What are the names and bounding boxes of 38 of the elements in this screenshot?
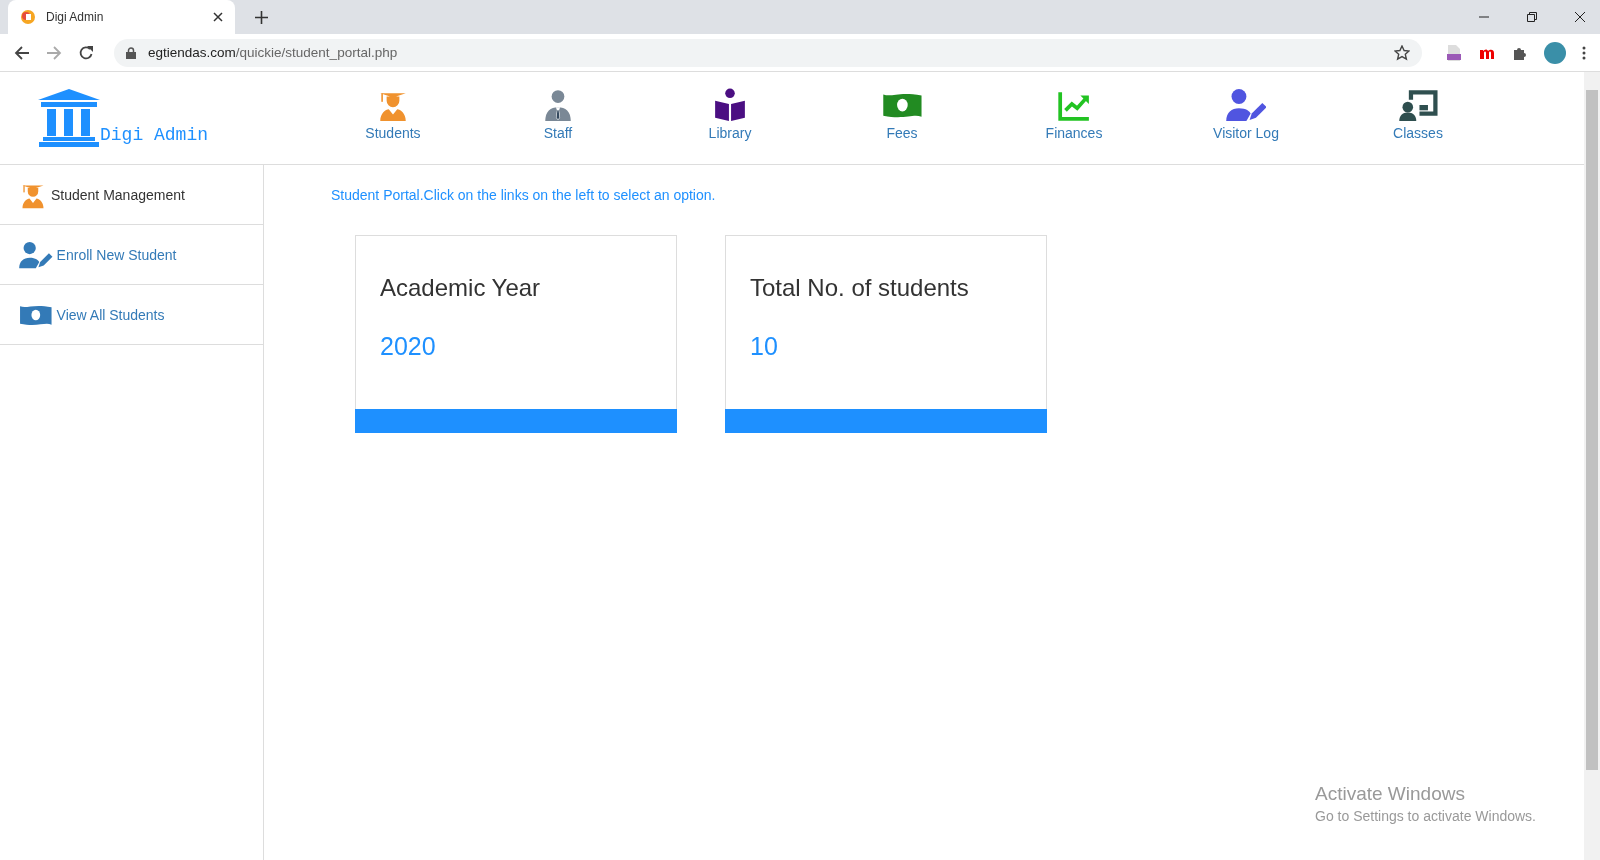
activation-subtitle: Go to Settings to activate Windows. (1315, 808, 1536, 824)
pdf-extension-icon[interactable] (1446, 43, 1462, 62)
card-title: Total No. of students (749, 273, 970, 302)
nav-link[interactable]: Students (314, 87, 472, 141)
scrollbar[interactable] (1584, 72, 1600, 860)
nav-link[interactable]: Finances (988, 87, 1160, 141)
card-title: Academic Year (379, 273, 542, 302)
info-message: Student Portal.Click on the links on the left to select an option. (331, 187, 717, 203)
new-tab-icon[interactable] (255, 10, 268, 24)
reload-icon[interactable] (78, 44, 94, 61)
activation-title: Activate Windows (1315, 783, 1466, 805)
browser-tab[interactable]: Digi Admin (8, 0, 235, 34)
back-icon[interactable] (14, 44, 30, 61)
tab-title: Digi Admin (46, 10, 105, 24)
bank-building-icon (38, 89, 100, 147)
profile-avatar[interactable] (1544, 41, 1566, 64)
card-value: 2020 (379, 331, 437, 362)
scrollbar-thumb[interactable] (1586, 90, 1598, 770)
nav-link[interactable]: Staff (472, 87, 644, 141)
url-text: egtiendas.com/quickie/student_portal.php (148, 45, 398, 60)
star-icon[interactable] (1394, 44, 1410, 61)
more-menu-icon[interactable] (1582, 45, 1586, 60)
nav-link[interactable]: Fees (816, 87, 988, 141)
nav-link[interactable]: Classes (1332, 87, 1504, 141)
brand-name: Digi Admin (100, 125, 209, 145)
user-edit-icon (19, 240, 53, 269)
address-bar[interactable]: egtiendas.com/quickie/student_portal.php (114, 38, 1422, 67)
nav-link[interactable]: Library (644, 87, 816, 141)
card-value: 10 (749, 331, 779, 362)
sidebar-item[interactable]: View All Students (0, 285, 263, 345)
close-window-icon[interactable] (1574, 11, 1586, 23)
nav-link[interactable]: Visitor Log (1160, 87, 1332, 141)
lock-icon (126, 46, 136, 59)
close-icon[interactable] (213, 12, 223, 22)
sidebar-item[interactable]: Student Management (0, 165, 263, 225)
favicon-icon (20, 9, 36, 25)
sidebar-item[interactable]: Enroll New Student (0, 225, 263, 285)
restore-icon[interactable] (1526, 11, 1538, 23)
